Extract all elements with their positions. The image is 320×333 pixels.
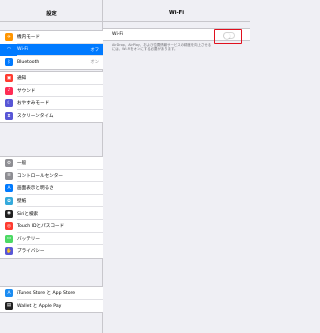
sidebar-title-divider	[0, 21, 103, 22]
gear-icon: ⚙	[5, 159, 13, 168]
sidebar-group-notifications: ▣ 通知 ♪ サウンド ☾ おやすみモード ⧗ スクリーンタイム	[0, 71, 103, 124]
bluetooth-icon: ᛒ	[5, 58, 13, 67]
sidebar-item-moon[interactable]: ☾ おやすみモード	[0, 97, 103, 110]
app-store-icon: A	[5, 289, 13, 298]
sidebar-item-wifi[interactable]: ◠ Wi-Fi オフ	[0, 43, 103, 57]
sidebar-item-value: オン	[90, 60, 99, 66]
sidebar-item-control-center[interactable]: ≡ コントロールセンター	[0, 170, 103, 183]
wifi-label: Wi-Fi	[112, 31, 123, 37]
sidebar-item-label: 画面表示と明るさ	[17, 186, 54, 192]
fingerprint-icon: ◎	[5, 222, 13, 231]
wallpaper-icon: ✿	[5, 197, 13, 206]
sidebar-item-label: 機内モード	[17, 35, 40, 41]
sidebar-item-label: 通知	[17, 76, 27, 82]
siri-icon: ◉	[5, 209, 13, 218]
sidebar-item-label: プライバシー	[17, 249, 45, 255]
notifications-icon: ▣	[5, 74, 13, 83]
wifi-detail-pane: Wi-Fi Wi-Fi AirDrop、AirPlay、および位置情報サービスの…	[103, 0, 250, 333]
sidebar-item-sounds[interactable]: ♪ サウンド	[0, 85, 103, 98]
wifi-icon: ◠	[5, 45, 13, 54]
detail-title-divider	[103, 21, 250, 22]
sidebar-item-label: Siriと検索	[17, 211, 39, 217]
settings-sidebar: 設定 ✈ 機内モード ◠ Wi-Fi オフ ᛒ Bluetooth オン ▣ 通知 ♪ サウンド ☾ お…	[0, 0, 103, 333]
highlight-annotation	[214, 28, 242, 44]
sidebar-item-hand[interactable]: ✋ プライバシー	[0, 245, 103, 258]
sidebar-item-label: スクリーンタイム	[17, 114, 54, 120]
sidebar-item-wallet[interactable]: ▤ Wallet と Apple Pay	[0, 300, 103, 313]
sidebar-group-stores: AiTunes Store と App Store ▤ Wallet と Apple…	[0, 286, 103, 314]
sidebar-item-notifications[interactable]: ▣ 通知	[0, 72, 103, 85]
wifi-footnote: AirDrop、AirPlay、および位置情報サービスの精度を向上させるには、W…	[112, 42, 212, 51]
sidebar-item-airplane[interactable]: ✈ 機内モード	[0, 31, 103, 44]
wallet-icon: ▤	[5, 301, 13, 310]
sidebar-item-wallpaper[interactable]: ✿ 壁紙	[0, 195, 103, 208]
sidebar-item-label: Touch IDとパスコード	[17, 224, 65, 230]
sidebar-group-connectivity: ✈ 機内モード ◠ Wi-Fi オフ ᛒ Bluetooth オン	[0, 30, 103, 70]
sidebar-item-label: 壁紙	[17, 199, 27, 205]
control-center-icon: ≡	[5, 171, 13, 180]
display-icon: A	[5, 184, 13, 193]
hand-icon: ✋	[5, 247, 13, 256]
sidebar-item-battery[interactable]: ▭ バッテリー	[0, 233, 103, 246]
airplane-icon: ✈	[5, 33, 13, 42]
sounds-icon: ♪	[5, 86, 13, 95]
detail-title: Wi-Fi	[169, 10, 184, 16]
sidebar-item-label: サウンド	[17, 88, 36, 94]
hourglass-icon: ⧗	[5, 112, 13, 121]
sidebar-item-display[interactable]: A 画面表示と明るさ	[0, 182, 103, 195]
sidebar-item-label: Wallet と Apple Pay	[17, 303, 62, 309]
battery-icon: ▭	[5, 234, 13, 243]
sidebar-group-general: ⚙ 一般 ≡ コントロールセンター A 画面表示と明るさ ✿ 壁紙 ◉ Siriと検索 ◎ Touch…	[0, 156, 103, 259]
sidebar-item-label: バッテリー	[17, 236, 40, 242]
sidebar-item-label: 一般	[17, 161, 27, 167]
sidebar-item-label: iTunes Store と App Store	[17, 291, 76, 297]
moon-icon: ☾	[5, 99, 13, 108]
sidebar-item-gear[interactable]: ⚙ 一般	[0, 157, 103, 170]
sidebar-item-app-store[interactable]: AiTunes Store と App Store	[0, 287, 103, 300]
sidebar-item-label: コントロールセンター	[17, 173, 63, 179]
sidebar-item-label: おやすみモード	[17, 101, 50, 107]
sidebar-item-siri[interactable]: ◉ Siriと検索	[0, 207, 103, 220]
sidebar-item-hourglass[interactable]: ⧗ スクリーンタイム	[0, 110, 103, 123]
sidebar-item-bluetooth[interactable]: ᛒ Bluetooth オン	[0, 56, 103, 69]
sidebar-item-value: オフ	[90, 47, 99, 53]
sidebar-item-fingerprint[interactable]: ◎ Touch IDとパスコード	[0, 220, 103, 233]
sidebar-title: 設定	[46, 11, 57, 17]
